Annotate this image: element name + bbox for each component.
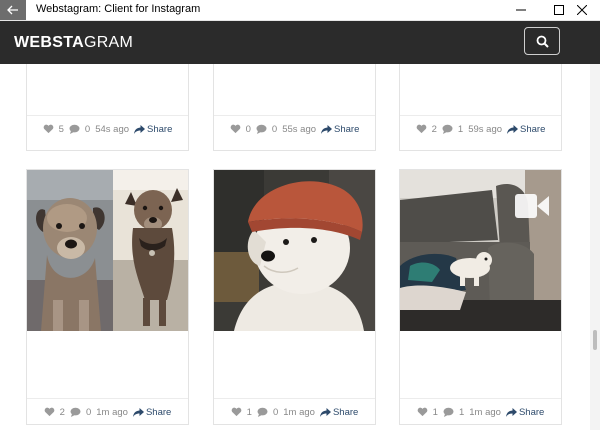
share-icon: [507, 124, 519, 134]
share-icon: [134, 124, 146, 134]
comment-icon[interactable]: [443, 407, 454, 417]
comment-icon[interactable]: [257, 407, 268, 417]
like-count: 1: [432, 406, 438, 418]
share-label: Share: [518, 406, 545, 418]
window-titlebar: Webstagram: Client for Instagram: [0, 0, 600, 21]
post-time: 54s ago: [95, 123, 130, 135]
logo-bold-text: WEBSTA: [14, 34, 84, 51]
app-logo[interactable]: WEBSTAGRAM: [14, 34, 133, 52]
comment-icon[interactable]: [256, 124, 267, 134]
post-card[interactable]: 0 0 55s ago Share: [213, 64, 376, 151]
share-link[interactable]: Share: [132, 406, 172, 418]
share-link[interactable]: Share: [319, 406, 359, 418]
post-time: 59s ago: [468, 123, 503, 135]
share-label: Share: [332, 406, 359, 418]
post-meta-bar: 2 0 1m ago Share: [27, 398, 188, 425]
post-photo[interactable]: [214, 170, 375, 331]
back-button[interactable]: [0, 0, 26, 20]
comment-count: 0: [272, 406, 279, 418]
scrollbar-thumb[interactable]: [593, 330, 597, 350]
share-label: Share: [520, 123, 546, 135]
comment-icon[interactable]: [442, 124, 453, 134]
comment-icon[interactable]: [70, 407, 81, 417]
minimize-icon: [516, 9, 526, 11]
share-icon: [132, 407, 144, 417]
post-card[interactable]: 2 1 59s ago Share: [399, 64, 562, 151]
heart-icon[interactable]: [416, 124, 427, 134]
post-photo[interactable]: [27, 170, 188, 331]
post-meta-bar: 2 1 59s ago Share: [400, 115, 561, 142]
feed-grid[interactable]: 5 0 54s ago Share 0 0 55s ago Share 2 1 …: [0, 64, 590, 430]
dog-in-hat-image: [214, 170, 375, 331]
post-photo[interactable]: [400, 170, 561, 331]
comment-count: 0: [85, 406, 92, 418]
comment-icon[interactable]: [69, 124, 80, 134]
heart-icon[interactable]: [43, 124, 54, 134]
like-count: 2: [431, 123, 437, 135]
logo-regular-text: GRAM: [83, 34, 134, 51]
heart-icon[interactable]: [44, 407, 55, 417]
post-card[interactable]: 2 0 1m ago Share: [26, 169, 189, 425]
minimize-button[interactable]: [501, 0, 541, 20]
close-icon: [577, 5, 587, 15]
back-arrow-icon: [7, 5, 18, 15]
app-header: WEBSTAGRAM: [0, 21, 600, 64]
share-label: Share: [334, 123, 360, 135]
comment-count: 0: [271, 123, 278, 135]
post-time: 1m ago: [96, 406, 128, 418]
post-card[interactable]: 1 0 1m ago Share: [213, 169, 376, 425]
share-label: Share: [145, 406, 172, 418]
heart-icon[interactable]: [230, 124, 241, 134]
share-icon: [505, 407, 517, 417]
dog-collage-image: [27, 170, 188, 331]
share-link[interactable]: Share: [134, 124, 172, 135]
like-count: 5: [58, 123, 64, 135]
post-time: 1m ago: [469, 406, 501, 418]
like-count: 1: [246, 406, 252, 418]
post-card[interactable]: 1 1 1m ago Share: [399, 169, 562, 425]
share-icon: [319, 407, 331, 417]
post-time: 1m ago: [283, 406, 315, 418]
comment-count: 1: [458, 406, 465, 418]
scrollbar[interactable]: [590, 64, 600, 430]
like-count: 2: [59, 406, 65, 418]
share-icon: [321, 124, 333, 134]
video-camera-icon: [515, 194, 549, 218]
heart-icon[interactable]: [417, 407, 428, 417]
post-card[interactable]: 5 0 54s ago Share: [26, 64, 189, 151]
post-meta-bar: 5 0 54s ago Share: [27, 115, 188, 142]
post-meta-bar: 1 0 1m ago Share: [214, 398, 375, 425]
search-icon: [536, 35, 549, 48]
comment-count: 0: [84, 123, 91, 135]
share-link[interactable]: Share: [507, 124, 545, 135]
post-meta-bar: 0 0 55s ago Share: [214, 115, 375, 142]
heart-icon[interactable]: [231, 407, 242, 417]
post-time: 55s ago: [282, 123, 317, 135]
comment-count: 1: [457, 123, 464, 135]
post-meta-bar: 1 1 1m ago Share: [400, 398, 561, 425]
share-link[interactable]: Share: [321, 124, 359, 135]
share-link[interactable]: Share: [505, 406, 545, 418]
window-title: Webstagram: Client for Instagram: [36, 3, 201, 15]
share-label: Share: [147, 123, 173, 135]
search-button[interactable]: [524, 27, 560, 55]
like-count: 0: [245, 123, 251, 135]
close-button[interactable]: [562, 0, 600, 20]
